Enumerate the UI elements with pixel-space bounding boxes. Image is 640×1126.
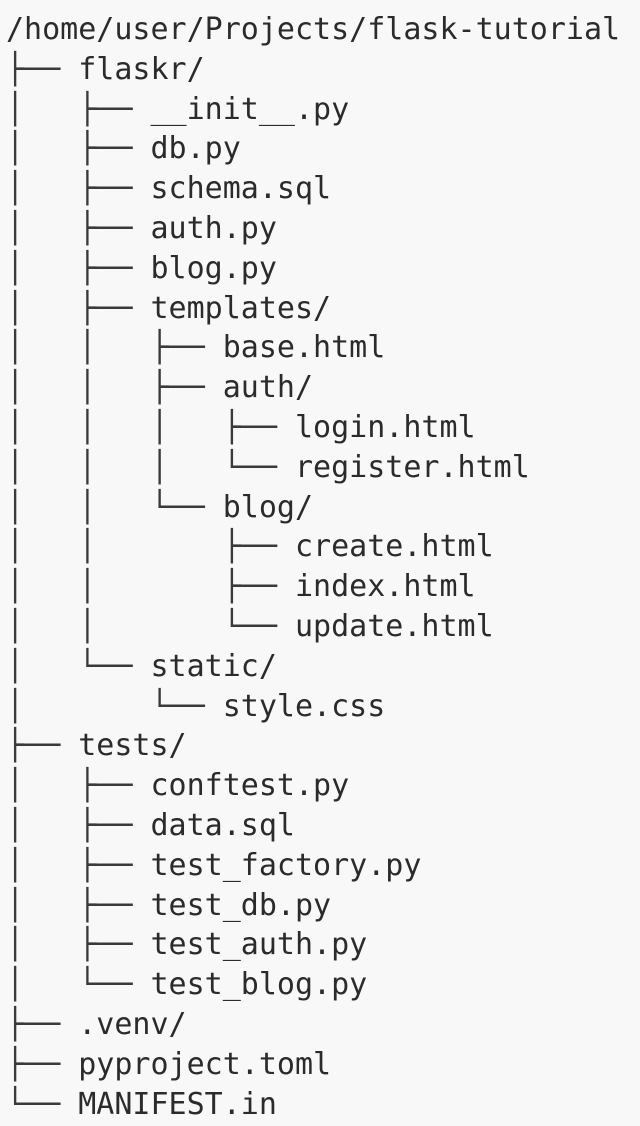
tree-entry-name: templates/ [150, 290, 332, 326]
tree-row: │ │ ├── auth/ [6, 368, 620, 408]
tree-row: │ ├── blog.py [6, 249, 620, 289]
tree-row: │ ├── db.py [6, 129, 620, 169]
directory-tree: /home/user/Projects/flask-tutorial ├── fl… [6, 10, 620, 1124]
tree-branch-guide: │ ├── [6, 887, 151, 923]
tree-entry-name: test_auth.py [150, 927, 368, 963]
tree-branch-guide: │ │ └── [6, 489, 223, 525]
tree-row: └── MANIFEST.in [6, 1085, 620, 1125]
tree-branch-guide: │ ├── [6, 250, 151, 286]
tree-branch-guide: │ ├── [6, 171, 151, 207]
tree-branch-guide: │ ├── [6, 290, 151, 326]
tree-entry-name: tests/ [78, 728, 187, 764]
tree-entry-name: data.sql [150, 807, 296, 843]
tree-branch-guide: │ ├── [6, 131, 151, 167]
tree-entry-name: blog.py [150, 250, 277, 286]
tree-entry-name: style.css [222, 688, 386, 724]
tree-row: ├── .venv/ [6, 1005, 620, 1045]
tree-entry-name: test_factory.py [150, 847, 422, 883]
tree-branch-guide: │ ├── [6, 91, 151, 127]
tree-entry-name: base.html [222, 330, 386, 366]
tree-row: ├── flaskr/ [6, 50, 620, 90]
tree-entry-name: flaskr/ [78, 51, 205, 87]
tree-branch-guide: ├── [6, 1046, 79, 1082]
tree-entry-name: db.py [150, 131, 241, 167]
tree-row: │ │ │ └── register.html [6, 448, 620, 488]
tree-row: │ │ ├── index.html [6, 567, 620, 607]
tree-branch-guide: ├── [6, 1006, 79, 1042]
tree-row: │ ├── conftest.py [6, 766, 620, 806]
tree-branch-guide: ├── [6, 728, 79, 764]
tree-branch-guide: │ └── [6, 688, 223, 724]
tree-entry-name: __init__.py [150, 91, 350, 127]
tree-root-path: /home/user/Projects/flask-tutorial [6, 12, 621, 47]
tree-entry-name: static/ [150, 648, 277, 684]
tree-entry-name: auth/ [222, 370, 314, 406]
tree-entry-name: login.html [294, 409, 476, 445]
tree-row: │ ├── test_factory.py [6, 846, 620, 886]
tree-entry-name: create.html [294, 529, 494, 565]
tree-branch-guide: │ │ ├── [6, 529, 295, 565]
tree-row: │ ├── templates/ [6, 289, 620, 329]
tree-row: │ │ ├── base.html [6, 328, 620, 368]
tree-row: ├── pyproject.toml [6, 1045, 620, 1085]
tree-row: │ └── test_blog.py [6, 965, 620, 1005]
tree-entry-name: auth.py [150, 210, 277, 246]
tree-entry-name: test_blog.py [150, 967, 368, 1003]
tree-entry-name: pyproject.toml [78, 1046, 332, 1082]
tree-entry-name: schema.sql [150, 171, 332, 207]
tree-entry-name: register.html [294, 449, 530, 485]
tree-branch-guide: │ │ ├── [6, 569, 295, 605]
tree-branch-guide: │ │ ├── [6, 330, 223, 366]
tree-row: │ └── style.css [6, 687, 620, 727]
tree-row: │ │ ├── create.html [6, 527, 620, 567]
tree-branch-guide: ├── [6, 51, 79, 87]
tree-row: │ ├── test_auth.py [6, 925, 620, 965]
tree-branch-guide: │ └── [6, 648, 151, 684]
tree-branch-guide: │ │ ├── [6, 370, 223, 406]
tree-row: │ ├── test_db.py [6, 886, 620, 926]
tree-branch-guide: │ ├── [6, 210, 151, 246]
tree-row: │ ├── data.sql [6, 806, 620, 846]
tree-branch-guide: │ └── [6, 967, 151, 1003]
tree-branch-guide: │ ├── [6, 807, 151, 843]
tree-entry-name: MANIFEST.in [78, 1086, 277, 1122]
tree-row: ├── tests/ [6, 726, 620, 766]
tree-row: │ └── static/ [6, 647, 620, 687]
tree-branch-guide: │ │ └── [6, 608, 295, 644]
tree-row: │ ├── __init__.py [6, 90, 620, 130]
tree-row: │ ├── auth.py [6, 209, 620, 249]
tree-entry-name: blog/ [222, 489, 314, 525]
tree-branch-guide: │ ├── [6, 927, 151, 963]
tree-branch-guide: │ ├── [6, 847, 151, 883]
tree-branch-guide: └── [6, 1086, 79, 1122]
tree-row: │ ├── schema.sql [6, 169, 620, 209]
tree-entry-name: .venv/ [78, 1006, 187, 1042]
tree-branch-guide: │ │ │ └── [6, 449, 295, 485]
tree-branch-guide: │ ├── [6, 768, 151, 804]
tree-entry-name: update.html [294, 608, 494, 644]
tree-branch-guide: │ │ │ ├── [6, 409, 295, 445]
tree-entry-name: test_db.py [150, 887, 332, 923]
tree-entry-name: conftest.py [150, 768, 350, 804]
tree-row: │ │ └── update.html [6, 607, 620, 647]
tree-entry-name: index.html [294, 569, 476, 605]
tree-row: │ │ │ ├── login.html [6, 408, 620, 448]
tree-row: │ │ └── blog/ [6, 488, 620, 528]
